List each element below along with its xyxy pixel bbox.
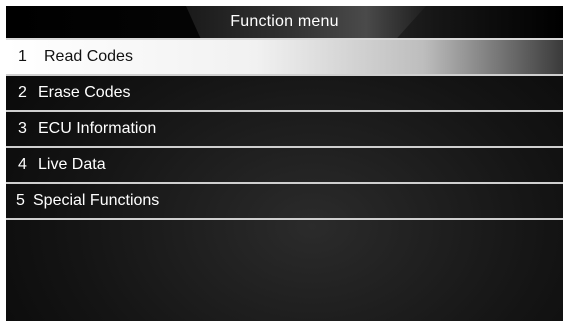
title-bar: Function menu <box>6 6 563 38</box>
menu-item-label: Read Codes <box>44 48 133 65</box>
menu-item-number: 1 <box>18 48 27 65</box>
menu-item-number: 3 <box>18 120 27 137</box>
menu-item-special-functions[interactable]: 5 Special Functions <box>6 184 563 220</box>
menu-item-number: 5 <box>16 192 25 209</box>
menu-item-number: 2 <box>18 84 27 101</box>
menu-item-ecu-information[interactable]: 3 ECU Information <box>6 112 563 148</box>
menu-item-number: 4 <box>18 156 27 173</box>
menu-item-live-data[interactable]: 4 Live Data <box>6 148 563 184</box>
menu-item-read-codes[interactable]: 1 Read Codes <box>6 40 563 76</box>
menu-item-label: Erase Codes <box>38 84 131 101</box>
menu-item-label: Special Functions <box>33 192 160 209</box>
menu-item-label: ECU Information <box>38 120 157 137</box>
function-menu: 1 Read Codes 2 Erase Codes 3 ECU Informa… <box>6 40 563 220</box>
menu-item-erase-codes[interactable]: 2 Erase Codes <box>6 76 563 112</box>
device-screen: Function menu 1 Read Codes 2 Erase Codes… <box>6 6 563 321</box>
page-title: Function menu <box>230 13 339 30</box>
menu-item-label: Live Data <box>38 156 106 173</box>
